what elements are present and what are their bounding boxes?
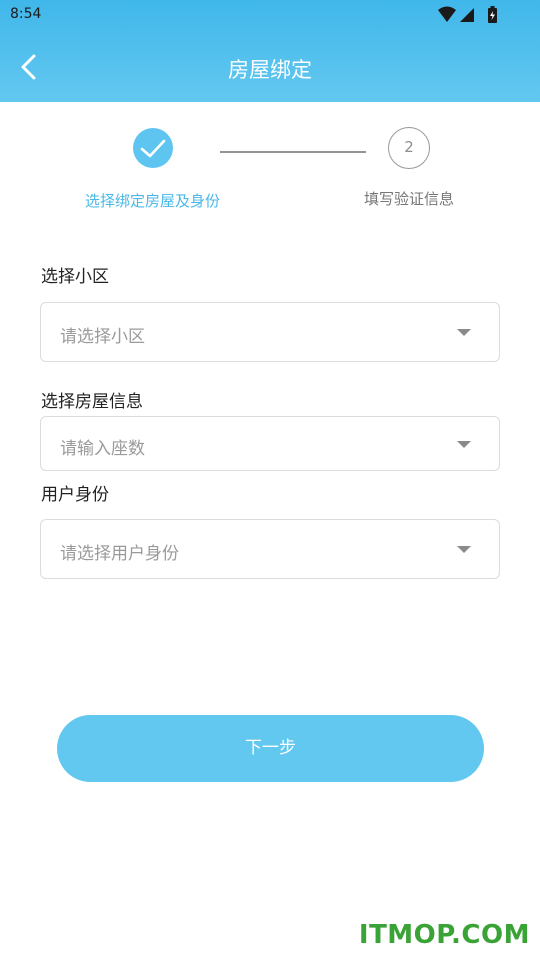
step1-label: 选择绑定房屋及身份 xyxy=(84,192,220,210)
house-info-placeholder: 请输入座数 xyxy=(60,439,145,459)
step1-completed-indicator xyxy=(133,128,173,168)
identity-placeholder: 请选择用户身份 xyxy=(60,544,179,564)
step2-label: 填写验证信息 xyxy=(363,190,454,208)
battery-icon xyxy=(488,6,497,23)
page-title: 房屋绑定 xyxy=(228,58,312,82)
app-header: 8:54 房屋绑定 xyxy=(0,0,540,102)
watermark-logo: ITMOP.COM xyxy=(358,920,530,950)
house-info-label: 选择房屋信息 xyxy=(41,392,143,412)
caret-down-icon xyxy=(457,329,471,336)
caret-down-icon xyxy=(457,441,471,448)
identity-select[interactable]: 请选择用户身份 xyxy=(40,519,500,579)
status-time: 8:54 xyxy=(10,6,42,22)
identity-label: 用户身份 xyxy=(41,485,109,505)
status-bar: 8:54 xyxy=(0,0,540,32)
step-connector-line xyxy=(220,151,366,153)
step-indicator: 2 选择绑定房屋及身份 填写验证信息 xyxy=(0,120,540,220)
house-info-select[interactable]: 请输入座数 xyxy=(40,416,500,471)
step2-indicator: 2 xyxy=(388,127,430,169)
community-select[interactable]: 请选择小区 xyxy=(40,302,500,362)
community-label: 选择小区 xyxy=(41,267,109,287)
check-icon xyxy=(140,139,166,158)
caret-down-icon xyxy=(457,546,471,553)
next-step-button[interactable]: 下一步 xyxy=(57,715,484,782)
signal-icon xyxy=(460,8,474,22)
wifi-icon xyxy=(438,6,456,22)
status-icons xyxy=(438,6,497,23)
community-placeholder: 请选择小区 xyxy=(60,327,145,347)
